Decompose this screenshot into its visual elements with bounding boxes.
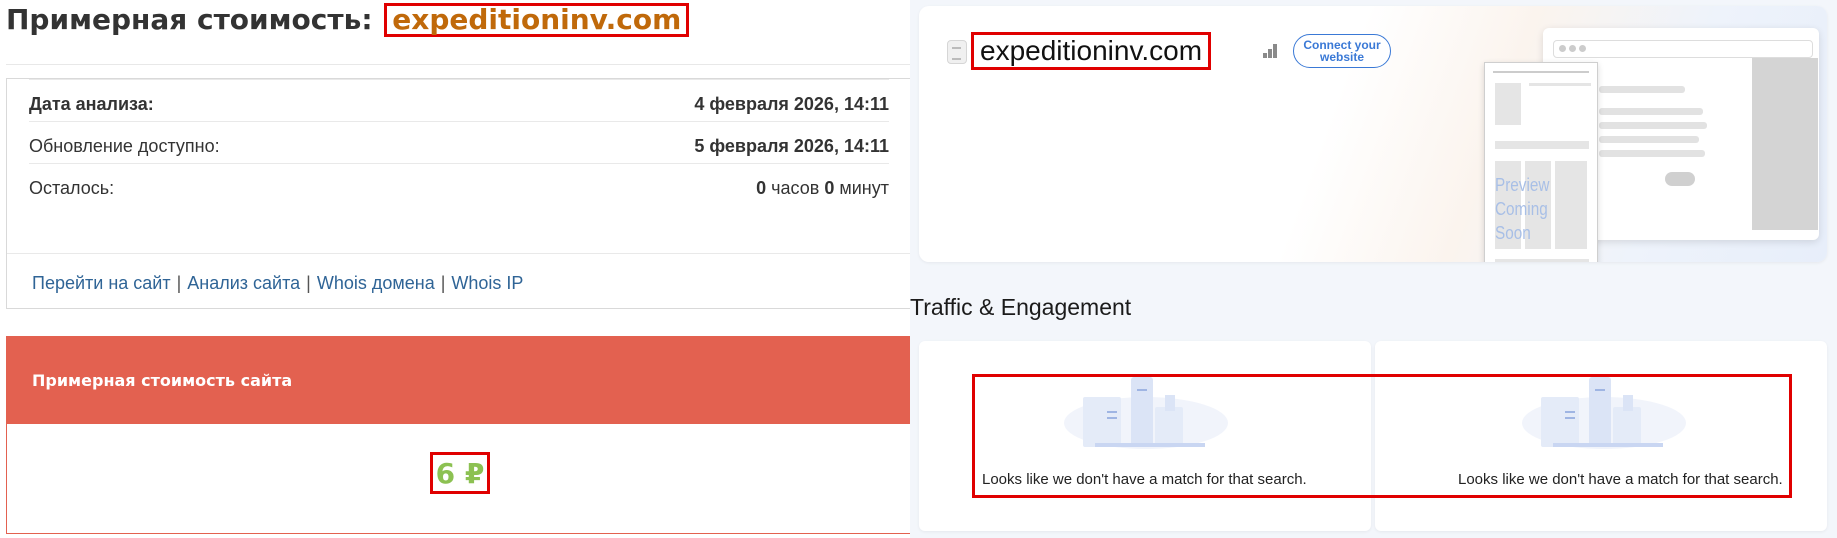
link-separator: |	[306, 273, 311, 293]
traffic-card: Looks like we don't have a match for tha…	[919, 341, 1371, 531]
preview-coming-soon-text: Preview Coming Soon	[1495, 175, 1550, 243]
traffic-card: Looks like we don't have a match for tha…	[1375, 341, 1827, 531]
analysis-date-value: 4 февраля 2026, 14:11	[694, 93, 889, 114]
left-panel: Примерная стоимость: expeditioninv.com Д…	[0, 0, 920, 538]
overview-domain: expeditioninv.com	[971, 32, 1212, 70]
site-links: Перейти на сайт | Анализ сайта | Whois домен…	[32, 273, 523, 294]
goto-site-link[interactable]: Перейти на сайт	[32, 273, 171, 293]
traffic-engagement-title: Traffic & Engagement	[910, 294, 1132, 320]
right-panel: expeditioninv.com Connect your website P…	[910, 0, 1837, 538]
rank-bars-icon	[1263, 44, 1281, 58]
remaining-label: Осталось:	[29, 177, 115, 198]
site-cost-header: Примерная стоимость сайта	[7, 337, 911, 424]
site-cost-box: Примерная стоимость сайта 6 ₽	[6, 336, 912, 534]
site-analysis-link[interactable]: Анализ сайта	[187, 273, 300, 293]
remaining-value: 0 часов 0 минут	[756, 178, 889, 199]
no-match-message: Looks like we don't have a match for tha…	[1458, 471, 1783, 488]
update-available-value: 5 февраля 2026, 14:11	[694, 135, 889, 156]
analysis-date-label: Дата анализа:	[29, 93, 154, 114]
page-title-prefix: Примерная стоимость:	[6, 3, 373, 36]
remaining-minutes-unit: минут	[839, 177, 889, 198]
remaining-row: Осталось: 0 часов 0 минут	[29, 163, 889, 212]
page-title-domain: expeditioninv.com	[384, 3, 690, 37]
file-icon	[947, 40, 967, 64]
site-cost-value: 6 ₽	[430, 452, 490, 494]
site-overview-card: expeditioninv.com Connect your website P…	[919, 6, 1827, 262]
title-divider	[6, 64, 912, 65]
update-available-label: Обновление доступно:	[29, 135, 220, 156]
links-divider	[7, 253, 911, 254]
page-title: Примерная стоимость: expeditioninv.com	[6, 2, 690, 42]
whois-ip-link[interactable]: Whois IP	[451, 273, 523, 293]
empty-state-illustration	[1064, 377, 1228, 449]
link-separator: |	[440, 273, 446, 293]
preview-document-illustration: Preview Coming Soon	[1484, 62, 1598, 262]
no-match-message: Looks like we don't have a match for tha…	[982, 471, 1307, 488]
remaining-minutes: 0	[824, 177, 835, 198]
analysis-info-box: Дата анализа: 4 февраля 2026, 14:11 Обно…	[6, 78, 912, 309]
remaining-hours: 0	[756, 177, 767, 198]
remaining-hours-unit: часов	[771, 177, 820, 198]
link-separator: |	[176, 273, 182, 293]
empty-state-illustration	[1522, 377, 1686, 449]
connect-website-button[interactable]: Connect your website	[1293, 34, 1391, 68]
whois-domain-link[interactable]: Whois домена	[317, 273, 435, 293]
